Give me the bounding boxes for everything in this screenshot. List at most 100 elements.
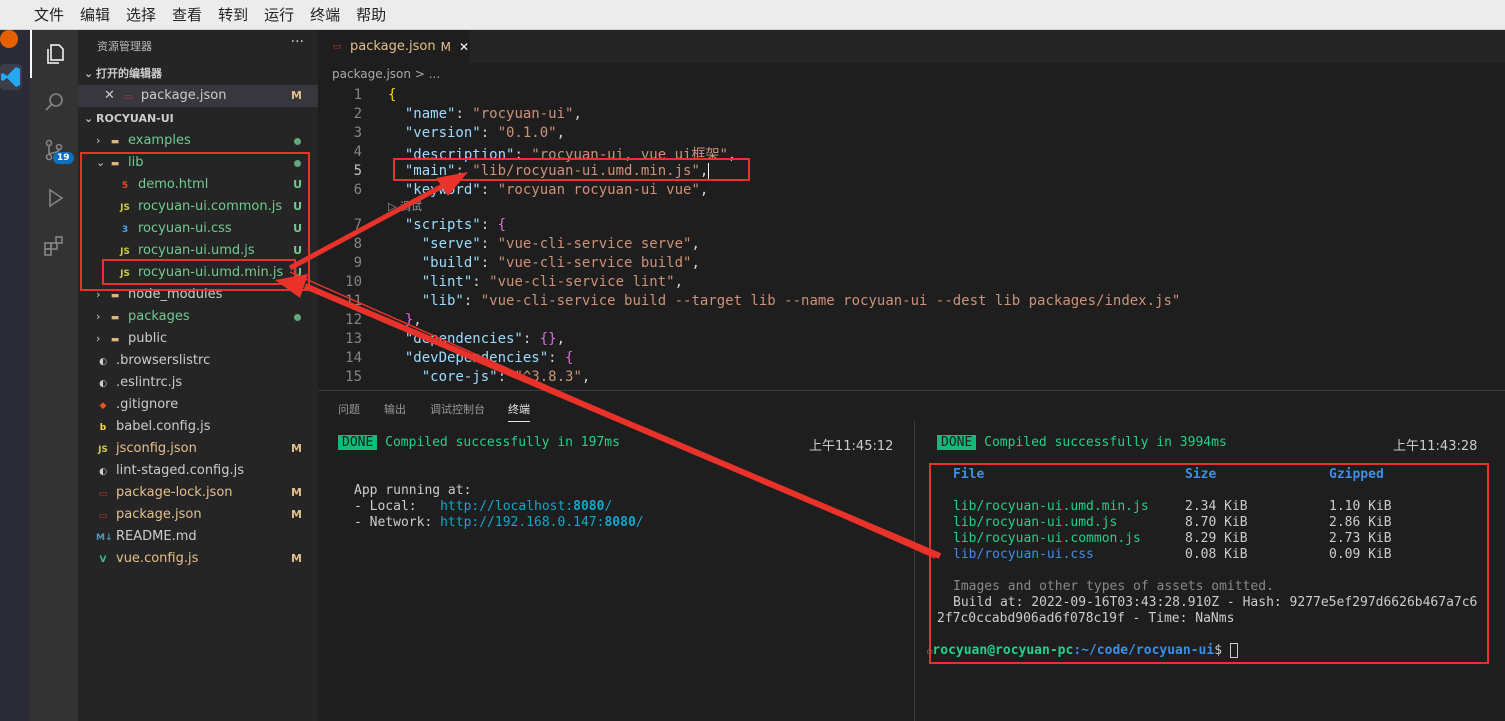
tab-label: package.json <box>350 39 436 54</box>
code-line: "keyword": "rocyuan rocyuan-ui vue", <box>404 182 709 198</box>
code-line: "lib": "vue-cli-service build --target l… <box>421 293 1181 309</box>
search-icon[interactable] <box>30 78 78 126</box>
tree-item[interactable]: › ▬ public <box>78 328 318 350</box>
git-file-icon: ◆ <box>99 401 107 411</box>
tree-item[interactable]: M↓ README.md <box>78 526 318 548</box>
menu-help[interactable]: 帮助 <box>356 4 386 25</box>
line-number: 5 <box>353 163 362 179</box>
tree-item-label: .eslintrc.js <box>116 375 183 390</box>
tree-item-label: .browserslistrc <box>116 353 211 368</box>
tree-item[interactable]: ◆ .gitignore <box>78 394 318 416</box>
open-editors-header[interactable]: ⌄ 打开的编辑器 <box>78 63 318 85</box>
menu-go[interactable]: 转到 <box>218 4 248 25</box>
tree-item-label: vue.config.js <box>116 551 199 566</box>
network-port: 8080 <box>604 515 636 530</box>
git-status: M <box>291 552 302 565</box>
npm-icon: ▭ <box>332 41 342 52</box>
menu-file[interactable]: 文件 <box>34 4 64 25</box>
tab-bar: ▭ package.json M ✕ <box>318 30 1505 63</box>
menu-terminal[interactable]: 终端 <box>310 4 340 25</box>
project-header[interactable]: ⌄ ROCYUAN-UI <box>78 108 318 130</box>
tab-output[interactable]: 输出 <box>384 401 406 417</box>
run-debug-icon[interactable] <box>30 174 78 222</box>
network-line: - Network: http://192.168.0.147:8080/ <box>354 515 644 530</box>
tree-item[interactable]: ◐ .eslintrc.js <box>78 372 318 394</box>
tree-item-label: README.md <box>116 529 197 544</box>
code-line: "lint": "vue-cli-service lint", <box>421 274 684 290</box>
tab-terminal[interactable]: 终端 <box>508 401 530 422</box>
tree-item-label: .gitignore <box>116 397 179 412</box>
extensions-icon[interactable] <box>30 222 78 270</box>
vue-file-icon: V <box>99 555 107 565</box>
local-label: - Local: <box>354 499 441 514</box>
activity-bar: 19 <box>30 30 78 721</box>
code-line: "dependencies": {}, <box>404 331 566 347</box>
debug-codelens[interactable]: ▷ 调试 <box>388 198 422 214</box>
git-status: M <box>291 486 302 499</box>
explorer-icon[interactable] <box>30 30 78 78</box>
explorer-title: 资源管理器 <box>97 40 152 53</box>
menu-view[interactable]: 查看 <box>172 4 202 25</box>
code-line: "devDependencies": { <box>404 350 574 366</box>
rc-file-icon: ◐ <box>99 379 107 389</box>
code-line: }, <box>404 312 422 328</box>
menu-run[interactable]: 运行 <box>264 4 294 25</box>
git-status: M <box>291 442 302 455</box>
folder-icon: ▬ <box>110 137 120 147</box>
editor: ▭ package.json M ✕ package.json > ... 12… <box>318 30 1505 390</box>
scm-badge: 19 <box>53 152 74 164</box>
code-line: "core-js": "^3.8.3", <box>421 369 591 385</box>
menu-edit[interactable]: 编辑 <box>80 4 110 25</box>
terminal-right-status: DONE Compiled successfully in 3994ms <box>937 435 1227 450</box>
line-number: 8 <box>353 236 362 252</box>
menu-selection[interactable]: 选择 <box>126 4 156 25</box>
tab-problems[interactable]: 问题 <box>338 401 360 417</box>
tree-item[interactable]: › ▬ packages <box>78 306 318 328</box>
folder-icon: ▬ <box>110 313 120 323</box>
local-line: - Local: http://localhost:8080/ <box>354 499 612 514</box>
local-url[interactable]: http://localhost: <box>440 499 573 514</box>
close-icon[interactable]: ✕ <box>459 40 469 54</box>
tree-item-label: jsconfig.json <box>116 441 197 456</box>
tree-item[interactable]: JS jsconfig.json M <box>78 438 318 460</box>
tab-debug-console[interactable]: 调试控制台 <box>430 401 485 417</box>
tree-item-label: lint-staged.config.js <box>116 463 245 478</box>
network-label: - Network: <box>354 515 441 530</box>
tree-item[interactable]: ◐ lint-staged.config.js <box>78 460 318 482</box>
line-number: 1 <box>353 87 362 103</box>
source-control-icon[interactable]: 19 <box>30 126 78 174</box>
terminal-split-divider[interactable] <box>914 421 915 721</box>
tree-item-label: babel.config.js <box>116 419 211 434</box>
menu-bar: 文件 编辑 选择 查看 转到 运行 终端 帮助 <box>0 0 1505 30</box>
npm-file-icon: ▭ <box>98 489 108 499</box>
tree-item[interactable]: ▭ package.json M <box>78 504 318 526</box>
tree-item[interactable]: ◐ .browserslistrc <box>78 350 318 372</box>
npm-file-icon: ▭ <box>98 511 108 521</box>
close-icon[interactable]: ✕ <box>104 88 115 103</box>
tree-item[interactable]: ▭ package-lock.json M <box>78 482 318 504</box>
npm-icon: ▭ <box>123 92 133 102</box>
tree-item[interactable]: Vvue.config.js M <box>78 548 318 570</box>
terminal-right-time: 上午11:43:28 <box>1393 439 1478 454</box>
highlight-min-js <box>102 259 296 285</box>
tree-item-label: public <box>128 331 168 346</box>
app-running: App running at: <box>354 483 472 498</box>
line-number: 9 <box>353 255 362 271</box>
line-number: 13 <box>345 331 362 347</box>
more-actions-icon[interactable]: ··· <box>291 34 304 50</box>
code-line: "scripts": { <box>404 217 507 233</box>
firefox-icon[interactable] <box>0 30 18 48</box>
highlight-build-output <box>929 463 1489 664</box>
network-url[interactable]: http://192.168.0.147: <box>440 515 604 530</box>
git-status-dot <box>294 314 301 321</box>
breadcrumb[interactable]: package.json > ... <box>332 67 440 81</box>
open-editor-item[interactable]: ✕ ▭ package.json M <box>78 85 318 107</box>
git-status: M <box>291 508 302 521</box>
line-number: 3 <box>353 125 362 141</box>
done-badge: DONE <box>338 435 378 450</box>
tab-package-json[interactable]: ▭ package.json M ✕ <box>318 30 470 63</box>
vscode-dock-icon[interactable] <box>0 64 22 90</box>
tree-item[interactable]: b babel.config.js <box>78 416 318 438</box>
tree-item[interactable]: › ▬ examples <box>78 130 318 152</box>
js-file-icon: JS <box>98 445 108 455</box>
